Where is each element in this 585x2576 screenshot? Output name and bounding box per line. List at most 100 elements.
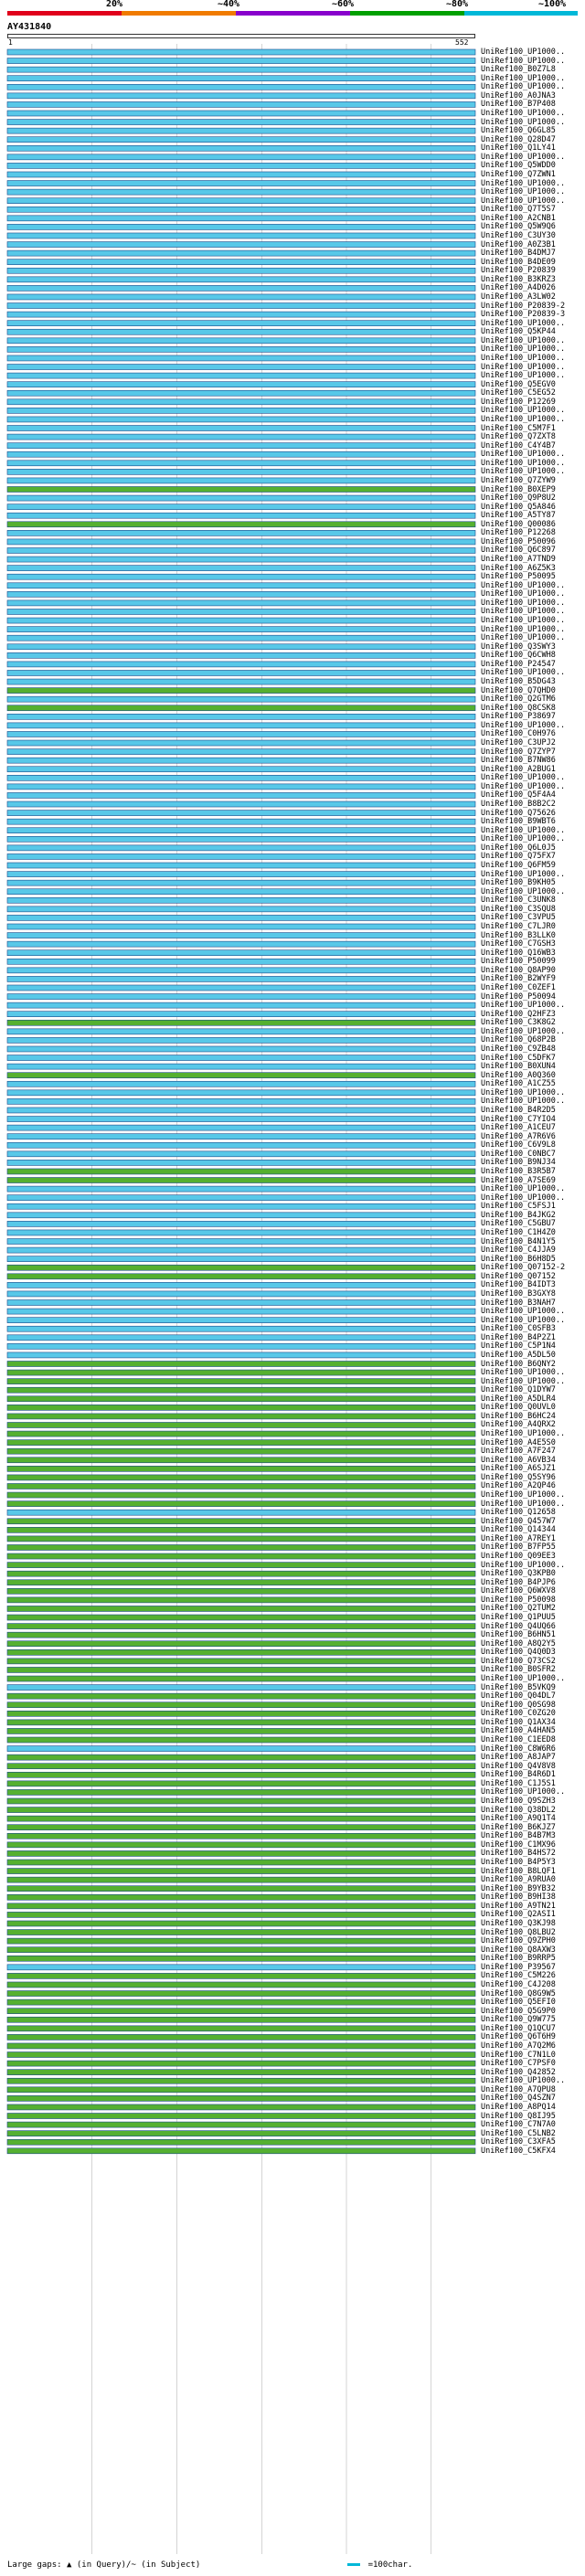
hit-label[interactable]: UniRef100_UP1000.. bbox=[481, 1088, 565, 1097]
hit-label[interactable]: UniRef100_Q3KJ98 bbox=[481, 1919, 556, 1928]
hit-label[interactable]: UniRef100_Q16WB3 bbox=[481, 949, 556, 958]
hit-label[interactable]: UniRef100_Q5WDD0 bbox=[481, 161, 556, 170]
hit-label[interactable]: UniRef100_Q5F4A4 bbox=[481, 790, 556, 800]
hit-label[interactable]: UniRef100_UP1000.. bbox=[481, 599, 565, 608]
hit-label[interactable]: UniRef100_C3UY30 bbox=[481, 231, 556, 240]
hit-label[interactable]: UniRef100_C9ZB48 bbox=[481, 1044, 556, 1054]
hit-label[interactable]: UniRef100_Q7T5S7 bbox=[481, 205, 556, 214]
hit-label[interactable]: UniRef100_A5DLR4 bbox=[481, 1394, 556, 1404]
hit-label[interactable]: UniRef100_Q68P2B bbox=[481, 1035, 556, 1044]
hit-label[interactable]: UniRef100_B4P5Y3 bbox=[481, 1858, 556, 1867]
hit-label[interactable]: UniRef100_Q6FM59 bbox=[481, 861, 556, 870]
hit-label[interactable]: UniRef100_A4D026 bbox=[481, 283, 556, 292]
hit-label[interactable]: UniRef100_B3KRZ3 bbox=[481, 275, 556, 284]
hit-label[interactable]: UniRef100_UP1000.. bbox=[481, 721, 565, 730]
hit-label[interactable]: UniRef100_B9RRP5 bbox=[481, 1954, 556, 1963]
hit-label[interactable]: UniRef100_UP1000.. bbox=[481, 1429, 565, 1438]
hit-label[interactable]: UniRef100_P12268 bbox=[481, 528, 556, 537]
hit-label[interactable]: UniRef100_P12269 bbox=[481, 398, 556, 407]
hit-label[interactable]: UniRef100_C7PSF0 bbox=[481, 2059, 556, 2068]
hit-label[interactable]: UniRef100_UP1000.. bbox=[481, 782, 565, 791]
hit-label[interactable]: UniRef100_UP1000.. bbox=[481, 450, 565, 459]
hit-label[interactable]: UniRef100_A2QP46 bbox=[481, 1481, 556, 1490]
hit-label[interactable]: UniRef100_UP1000.. bbox=[481, 467, 565, 476]
hit-label[interactable]: UniRef100_UP1000.. bbox=[481, 1787, 565, 1797]
hit-label[interactable]: UniRef100_C0ZG20 bbox=[481, 1709, 556, 1718]
hit-label[interactable]: UniRef100_UP1000.. bbox=[481, 1027, 565, 1036]
hit-label[interactable]: UniRef100_Q9W775 bbox=[481, 2015, 556, 2024]
hit-label[interactable]: UniRef100_A8Q2Y5 bbox=[481, 1639, 556, 1648]
hit-label[interactable]: UniRef100_Q7ZXT8 bbox=[481, 432, 556, 441]
hit-label[interactable]: UniRef100_Q6T6H9 bbox=[481, 2032, 556, 2041]
hit-label[interactable]: UniRef100_Q42852 bbox=[481, 2068, 556, 2077]
hit-label[interactable]: UniRef100_Q28D47 bbox=[481, 135, 556, 144]
hit-label[interactable]: UniRef100_P38697 bbox=[481, 712, 556, 721]
hit-label[interactable]: UniRef100_B2WYF9 bbox=[481, 974, 556, 983]
hit-label[interactable]: UniRef100_Q2HFZ3 bbox=[481, 1010, 556, 1019]
hit-label[interactable]: UniRef100_Q7ZWN1 bbox=[481, 170, 556, 179]
hit-label[interactable]: UniRef100_UP1000.. bbox=[481, 1674, 565, 1683]
hit-label[interactable]: UniRef100_A4HAN5 bbox=[481, 1726, 556, 1735]
hit-label[interactable]: UniRef100_P50096 bbox=[481, 537, 556, 546]
hit-label[interactable]: UniRef100_B0SFR2 bbox=[481, 1665, 556, 1674]
hit-label[interactable]: UniRef100_Q4UQ66 bbox=[481, 1622, 556, 1631]
hit-label[interactable]: UniRef100_Q3SWY3 bbox=[481, 642, 556, 652]
hit-label[interactable]: UniRef100_C7LJR0 bbox=[481, 922, 556, 931]
hit-label[interactable]: UniRef100_Q6L0J5 bbox=[481, 843, 556, 853]
hit-label[interactable]: UniRef100_C5LNB2 bbox=[481, 2129, 556, 2138]
hit-label[interactable]: UniRef100_B4JKG2 bbox=[481, 1211, 556, 1220]
hit-label[interactable]: UniRef100_Q2GTM6 bbox=[481, 694, 556, 704]
hit-label[interactable]: UniRef100_UP1000.. bbox=[481, 1490, 565, 1500]
hit-label[interactable]: UniRef100_UP1000.. bbox=[481, 74, 565, 83]
hit-label[interactable]: UniRef100_A7REY1 bbox=[481, 1534, 556, 1543]
hit-label[interactable]: UniRef100_Q5KP44 bbox=[481, 327, 556, 336]
hit-label[interactable]: UniRef100_Q4V8V8 bbox=[481, 1762, 556, 1771]
hit-label[interactable]: UniRef100_UP1000.. bbox=[481, 773, 565, 782]
hit-label[interactable]: UniRef100_P20839 bbox=[481, 266, 556, 275]
hit-label[interactable]: UniRef100_Q0UVL0 bbox=[481, 1403, 556, 1412]
hit-label[interactable]: UniRef100_B3LLK0 bbox=[481, 931, 556, 940]
hit-label[interactable]: UniRef100_UP1000.. bbox=[481, 1307, 565, 1316]
hit-label[interactable]: UniRef100_Q75626 bbox=[481, 809, 556, 818]
hit-label[interactable]: UniRef100_C3UPJ2 bbox=[481, 738, 556, 747]
hit-label[interactable]: UniRef100_B4DE09 bbox=[481, 258, 556, 267]
hit-label[interactable]: UniRef100_A7SE69 bbox=[481, 1176, 556, 1185]
hit-label[interactable]: UniRef100_B6QNY2 bbox=[481, 1360, 556, 1369]
hit-label[interactable]: UniRef100_A6SJZ1 bbox=[481, 1464, 556, 1473]
hit-label[interactable]: UniRef100_C1MX96 bbox=[481, 1840, 556, 1850]
hit-label[interactable]: UniRef100_C4J208 bbox=[481, 1980, 556, 1989]
hit-label[interactable]: UniRef100_Q1DYW7 bbox=[481, 1385, 556, 1394]
hit-label[interactable]: UniRef100_Q8IJ95 bbox=[481, 2112, 556, 2121]
hit-label[interactable]: UniRef100_B4R6D1 bbox=[481, 1770, 556, 1779]
hit-label[interactable]: UniRef100_Q5W9Q6 bbox=[481, 222, 556, 231]
hit-label[interactable]: UniRef100_A2CNB1 bbox=[481, 214, 556, 223]
hit-label[interactable]: UniRef100_C4Y4B7 bbox=[481, 441, 556, 451]
hit-label[interactable]: UniRef100_C3UNK8 bbox=[481, 896, 556, 905]
hit-label[interactable]: UniRef100_Q07152-2 bbox=[481, 1263, 565, 1272]
hit-label[interactable]: UniRef100_C0ZEF1 bbox=[481, 983, 556, 992]
hit-label[interactable]: UniRef100_A0Z3B1 bbox=[481, 240, 556, 249]
hit-label[interactable]: UniRef100_B4DMJ7 bbox=[481, 249, 556, 258]
hit-label[interactable]: UniRef100_UP1000.. bbox=[481, 415, 565, 424]
hit-label[interactable]: UniRef100_A5TY87 bbox=[481, 511, 556, 520]
hit-label[interactable]: UniRef100_B7P408 bbox=[481, 100, 556, 109]
hit-label[interactable]: UniRef100_UP1000.. bbox=[481, 1184, 565, 1193]
hit-label[interactable]: UniRef100_Q09EE3 bbox=[481, 1552, 556, 1561]
hit-label[interactable]: UniRef100_UP1000.. bbox=[481, 118, 565, 127]
hit-label[interactable]: UniRef100_Q5G9P0 bbox=[481, 2007, 556, 2016]
hit-label[interactable]: UniRef100_B6HC24 bbox=[481, 1412, 556, 1421]
hit-label[interactable]: UniRef100_UP1000.. bbox=[481, 1368, 565, 1377]
hit-label[interactable]: UniRef100_C1EED8 bbox=[481, 1735, 556, 1744]
hit-label[interactable]: UniRef100_B4B7M3 bbox=[481, 1831, 556, 1840]
hit-label[interactable]: UniRef100_Q12658 bbox=[481, 1508, 556, 1517]
hit-label[interactable]: UniRef100_B5VKQ9 bbox=[481, 1683, 556, 1692]
hit-label[interactable]: UniRef100_Q9ZPH0 bbox=[481, 1936, 556, 1945]
hit-label[interactable]: UniRef100_P50095 bbox=[481, 572, 556, 581]
hit-label[interactable]: UniRef100_Q5EGV0 bbox=[481, 380, 556, 389]
hit-label[interactable]: UniRef100_C5GBU7 bbox=[481, 1219, 556, 1228]
hit-label[interactable]: UniRef100_Q6C897 bbox=[481, 546, 556, 555]
hit-label[interactable]: UniRef100_B8B2C2 bbox=[481, 800, 556, 809]
hit-label[interactable]: UniRef100_A1CEU7 bbox=[481, 1123, 556, 1132]
hit-label[interactable]: UniRef100_UP1000.. bbox=[481, 57, 565, 66]
hit-label[interactable]: UniRef100_C5DFK7 bbox=[481, 1054, 556, 1063]
